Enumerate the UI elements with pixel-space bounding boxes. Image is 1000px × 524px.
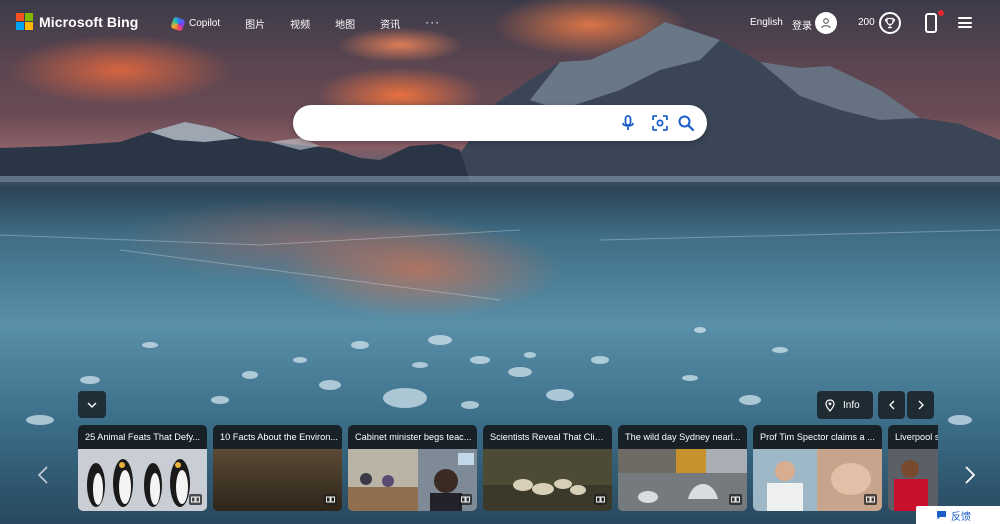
microsoft-logo-icon xyxy=(16,13,33,30)
news-card-title: Prof Tim Spector claims a ... xyxy=(760,432,875,442)
nav-label: 地图 xyxy=(335,20,356,31)
news-card[interactable]: Liverpool s xyxy=(888,425,938,511)
book-icon xyxy=(729,494,742,505)
chevron-down-icon xyxy=(87,402,97,408)
user-icon[interactable] xyxy=(815,12,837,34)
news-card-image xyxy=(618,449,747,511)
news-card-title: The wild day Sydney nearl... xyxy=(625,432,741,442)
news-card-title: Cabinet minister begs teac... xyxy=(355,432,472,442)
microphone-icon[interactable] xyxy=(619,114,637,132)
carousel-next-button[interactable] xyxy=(962,460,978,490)
info-label: Info xyxy=(843,399,860,411)
chat-bubble-icon xyxy=(937,511,946,520)
more-menu-button[interactable]: ··· xyxy=(425,15,440,29)
news-card-title: Scientists Reveal That Clim... xyxy=(490,432,608,442)
top-nav: Copilot 图片 视频 地图 资讯 ··· xyxy=(170,15,465,32)
nav-item-copilot[interactable]: Copilot xyxy=(170,15,221,32)
rewards-points[interactable]: 200 xyxy=(858,17,875,28)
news-card-title: 25 Animal Feats That Defy... xyxy=(85,432,201,442)
chevron-right-icon xyxy=(918,400,924,410)
next-image-button[interactable] xyxy=(907,391,934,419)
image-info-button[interactable]: Info xyxy=(817,391,873,419)
nav-label: 资讯 xyxy=(380,20,401,31)
news-card[interactable]: 25 Animal Feats That Defy... xyxy=(78,425,207,511)
search-box[interactable] xyxy=(293,105,707,141)
phone-icon[interactable] xyxy=(925,13,937,33)
bing-logo[interactable]: Microsoft Bing xyxy=(16,13,138,30)
news-card-image xyxy=(483,449,612,511)
news-card-image xyxy=(213,449,342,511)
news-card[interactable]: Cabinet minister begs teac... xyxy=(348,425,477,511)
nav-label: 视频 xyxy=(290,20,311,31)
search-icon[interactable] xyxy=(677,114,695,132)
hamburger-menu-icon[interactable] xyxy=(958,17,972,28)
news-card[interactable]: 10 Facts About the Environ... xyxy=(213,425,342,511)
previous-image-button[interactable] xyxy=(878,391,905,419)
news-card[interactable]: Scientists Reveal That Clim... xyxy=(483,425,612,511)
trophy-icon[interactable] xyxy=(879,12,901,34)
news-card-image xyxy=(348,449,477,511)
news-card-title: 10 Facts About the Environ... xyxy=(220,432,338,442)
nav-item-news[interactable]: 资讯 xyxy=(380,16,400,31)
chevron-left-icon xyxy=(38,466,48,484)
book-icon xyxy=(864,494,877,505)
news-card-image xyxy=(78,449,207,511)
book-icon xyxy=(459,494,472,505)
carousel-prev-button[interactable] xyxy=(35,460,51,490)
book-icon xyxy=(189,494,202,505)
chevron-left-icon xyxy=(888,400,894,410)
location-pin-icon xyxy=(825,398,835,412)
chevron-right-icon xyxy=(965,466,975,484)
search-input[interactable] xyxy=(309,113,609,133)
news-card-image xyxy=(888,449,938,511)
news-card[interactable]: Prof Tim Spector claims a ... xyxy=(753,425,882,511)
feedback-button[interactable]: 反馈 xyxy=(916,506,1000,524)
language-toggle[interactable]: English xyxy=(750,17,783,28)
nav-item-videos[interactable]: 视频 xyxy=(290,16,310,31)
news-carousel: 25 Animal Feats That Defy... 10 Facts Ab… xyxy=(78,425,938,512)
nav-label: 图片 xyxy=(245,20,266,31)
news-card[interactable]: The wild day Sydney nearl... xyxy=(618,425,747,511)
book-icon xyxy=(324,494,337,505)
logo-text: Microsoft Bing xyxy=(39,13,139,30)
notification-dot xyxy=(938,10,944,16)
nav-item-images[interactable]: 图片 xyxy=(245,16,265,31)
news-card-title: Liverpool s xyxy=(895,432,938,442)
nav-label: Copilot xyxy=(189,18,221,29)
feedback-label: 反馈 xyxy=(951,511,971,523)
login-link[interactable]: 登录 xyxy=(792,17,812,32)
copilot-icon xyxy=(170,15,186,32)
book-icon xyxy=(594,494,607,505)
visual-search-icon[interactable] xyxy=(651,114,669,132)
news-card-image xyxy=(753,449,882,511)
collapse-feed-button[interactable] xyxy=(78,391,106,418)
nav-item-maps[interactable]: 地图 xyxy=(335,16,355,31)
